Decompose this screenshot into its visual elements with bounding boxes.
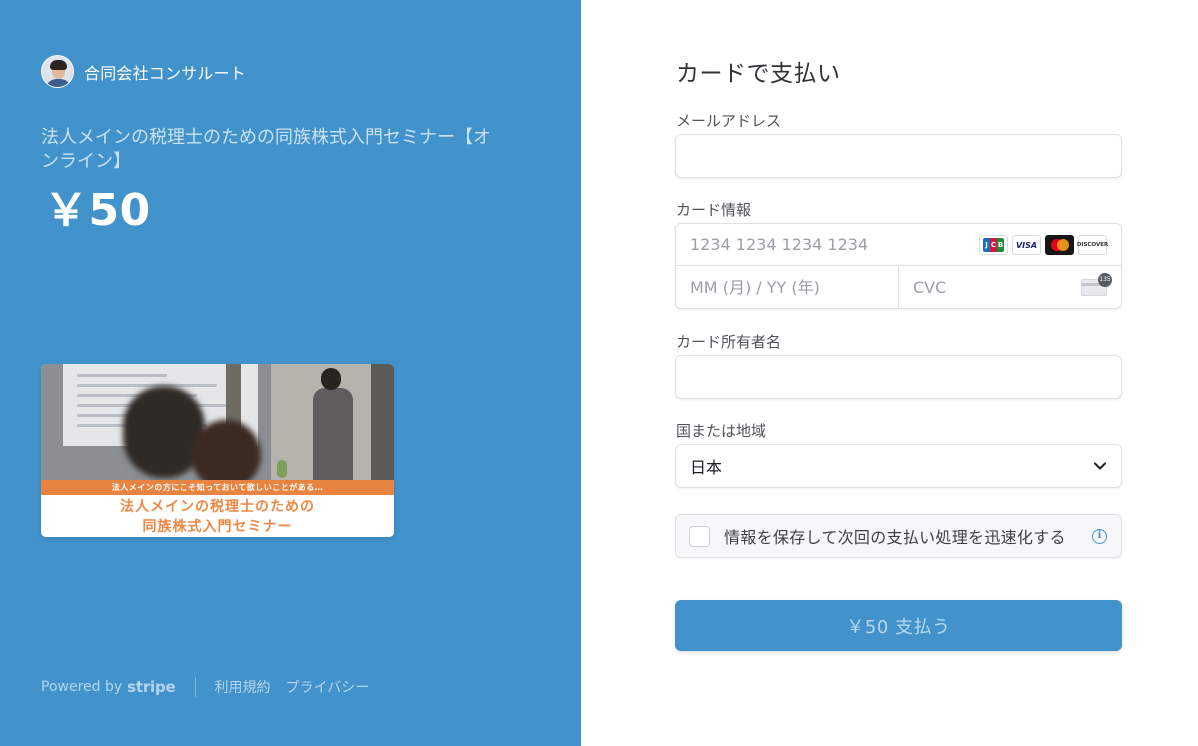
product-name: 法人メインの税理士のための同族株式入門セミナー【オンライン】 (41, 127, 491, 172)
save-info-option[interactable]: 情報を保存して次回の支払い処理を迅速化する i (675, 514, 1122, 558)
stripe-logo: stripe (127, 678, 176, 696)
privacy-link[interactable]: プライバシー (286, 677, 370, 697)
cvc-badge: 135 (1098, 273, 1112, 287)
cvc-card-icon: 135 (1081, 273, 1112, 296)
visa-icon: VISA (1012, 235, 1041, 255)
footer: Powered by stripe 利用規約 プライバシー (41, 677, 384, 697)
merchant-header[interactable]: 合同会社コンサルート (41, 55, 246, 88)
product-image: 法人メインの方にこそ知っておいて欲しいことがある… 法人メインの税理士のための … (41, 364, 394, 537)
card-info-label: カード情報 (676, 201, 752, 219)
banner-line-2: 同族株式入門セミナー (142, 519, 293, 535)
cardholder-name-field[interactable] (675, 355, 1122, 399)
expiry-input[interactable] (676, 266, 898, 308)
country-label: 国または地域 (676, 422, 767, 440)
product-summary-panel: 合同会社コンサルート 法人メインの税理士のための同族株式入門セミナー【オンライン… (0, 0, 581, 746)
cvc-cell: 135 (899, 266, 1121, 308)
card-number-row: JCB VISA DISCOVER (676, 224, 1121, 266)
powered-by-text: Powered by (41, 679, 123, 695)
email-field[interactable] (675, 134, 1122, 178)
country-value: 日本 (690, 458, 723, 477)
chevron-down-icon (1094, 462, 1106, 470)
country-select[interactable]: 日本 (675, 444, 1122, 488)
powered-by-stripe-link[interactable]: Powered by stripe (41, 678, 176, 696)
merchant-name: 合同会社コンサルート (84, 63, 247, 83)
discover-icon: DISCOVER (1077, 235, 1108, 255)
email-label: メールアドレス (676, 112, 782, 130)
info-icon[interactable]: i (1092, 529, 1107, 544)
cardholder-label: カード所有者名 (676, 333, 782, 351)
image-ribbon-text: 法人メインの方にこそ知っておいて欲しいことがある… (41, 480, 394, 495)
image-banner: 法人メインの税理士のための 同族株式入門セミナー (41, 495, 394, 537)
payment-form-panel: カードで支払い メールアドレス カード情報 JCB VISA DISCOVER … (581, 0, 1198, 746)
footer-divider (194, 677, 196, 697)
seminar-photo (41, 364, 394, 480)
jcb-icon: JCB (979, 235, 1008, 255)
expiry-cell (676, 266, 899, 308)
save-info-text: 情報を保存して次回の支払い処理を迅速化する (724, 528, 1066, 547)
pay-button[interactable]: ￥50 支払う (675, 600, 1122, 651)
terms-link[interactable]: 利用規約 (215, 677, 271, 697)
banner-line-1: 法人メインの税理士のための (120, 499, 315, 515)
merchant-avatar (41, 55, 74, 88)
save-info-checkbox[interactable] (689, 525, 710, 547)
card-info-group: JCB VISA DISCOVER 135 (675, 223, 1122, 309)
form-title: カードで支払い (676, 61, 841, 87)
mastercard-icon (1045, 235, 1074, 255)
product-price: ￥50 (44, 185, 151, 236)
card-brand-icons: JCB VISA DISCOVER (979, 235, 1108, 255)
